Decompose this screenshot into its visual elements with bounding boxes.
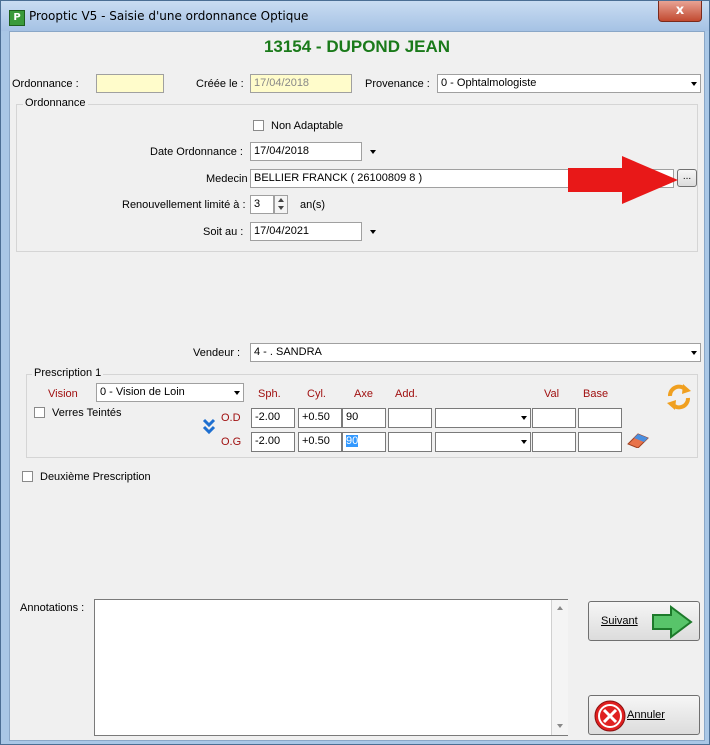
og-axe-selected-text: 90 — [346, 435, 359, 447]
og-axe-field[interactable]: 90 — [342, 432, 386, 452]
deuxieme-prescription-checkbox[interactable] — [22, 471, 33, 482]
scroll-down-icon[interactable] — [557, 724, 563, 728]
date-ordonnance-dropdown-icon[interactable] — [365, 142, 381, 161]
scroll-up-icon[interactable] — [557, 606, 563, 610]
od-axe-field[interactable]: 90 — [342, 408, 386, 428]
refresh-icon[interactable] — [664, 382, 694, 412]
od-val-field[interactable] — [532, 408, 576, 428]
og-cyl-field[interactable]: +0.50 — [298, 432, 342, 452]
col-base: Base — [583, 388, 609, 400]
soit-au-dropdown-icon[interactable] — [365, 222, 381, 241]
og-prism-select[interactable] — [435, 432, 531, 452]
suivant-label: Suivant — [601, 615, 638, 627]
provenance-label: Provenance : — [365, 78, 430, 90]
renouvellement-spinner[interactable] — [274, 195, 288, 214]
og-sph-field[interactable]: -2.00 — [251, 432, 295, 452]
medecin-label: Medecin : — [206, 173, 254, 185]
chevron-down-icon — [234, 391, 240, 395]
col-sph: Sph. — [258, 388, 281, 400]
vision-select[interactable]: 0 - Vision de Loin — [96, 383, 244, 402]
chevron-down-icon — [691, 351, 697, 355]
non-adaptable-label: Non Adaptable — [271, 120, 344, 132]
annotations-scrollbar[interactable] — [551, 600, 568, 735]
cancel-icon — [594, 700, 626, 732]
renouvellement-label: Renouvellement limité à : — [122, 199, 246, 211]
chevron-down-icon — [521, 440, 527, 444]
suivant-button[interactable]: Suivant — [588, 601, 700, 641]
annotations-textarea[interactable] — [94, 599, 568, 736]
renouvellement-field[interactable]: 3 — [250, 195, 274, 214]
provenance-select[interactable]: 0 - Ophtalmologiste — [437, 74, 701, 93]
creee-le-label: Créée le : — [196, 78, 244, 90]
eye-od-label: O.D — [221, 412, 241, 424]
non-adaptable-checkbox[interactable] — [253, 120, 264, 131]
og-val-field[interactable] — [532, 432, 576, 452]
renouvellement-unit: an(s) — [300, 199, 326, 211]
eye-og-label: O.G — [221, 436, 242, 448]
ordonnance-group-title: Ordonnance — [23, 97, 88, 109]
date-ordonnance-field[interactable]: 17/04/2018 — [250, 142, 362, 161]
vision-value: 0 - Vision de Loin — [100, 386, 185, 398]
date-ordonnance-label: Date Ordonnance : — [150, 146, 243, 158]
vendeur-select[interactable]: 4 - . SANDRA — [250, 343, 701, 362]
od-base-field[interactable] — [578, 408, 622, 428]
col-axe: Axe — [354, 388, 373, 400]
chevron-down-icon — [691, 82, 697, 86]
app-window: P Prooptic V5 - Saisie d'une ordonnance … — [0, 0, 710, 745]
deuxieme-prescription-label: Deuxième Prescription — [40, 471, 151, 483]
spin-down-icon[interactable] — [278, 206, 284, 210]
vendeur-label: Vendeur : — [193, 347, 241, 359]
col-cyl: Cyl. — [307, 388, 326, 400]
ordonnance-label: Ordonnance : — [12, 78, 79, 90]
eraser-icon[interactable] — [626, 432, 650, 448]
prescription-group-title: Prescription 1 — [32, 367, 104, 379]
col-add: Add. — [395, 388, 418, 400]
spin-up-icon[interactable] — [278, 198, 284, 202]
od-cyl-field[interactable]: +0.50 — [298, 408, 342, 428]
verres-teintes-label: Verres Teintés — [52, 407, 122, 419]
red-arrow-icon — [568, 156, 678, 204]
annotations-label: Annotations : — [20, 602, 85, 614]
verres-teintes-checkbox[interactable] — [34, 407, 45, 418]
patient-header: 13154 - DUPOND JEAN — [263, 37, 451, 56]
title-bar[interactable]: P Prooptic V5 - Saisie d'une ordonnance … — [1, 1, 709, 31]
medecin-browse-button[interactable]: ... — [677, 169, 697, 187]
provenance-value: 0 - Ophtalmologiste — [441, 77, 537, 89]
vendeur-value: 4 - . SANDRA — [254, 346, 322, 358]
vision-label: Vision — [48, 388, 78, 400]
chevron-down-icon — [521, 416, 527, 420]
form-client-area: 13154 - DUPOND JEAN Ordonnance : Créée l… — [9, 31, 705, 741]
od-add-field[interactable] — [388, 408, 432, 428]
col-val: Val — [544, 388, 560, 400]
og-base-field[interactable] — [578, 432, 622, 452]
od-prism-select[interactable] — [435, 408, 531, 428]
og-add-field[interactable] — [388, 432, 432, 452]
arrow-right-icon — [652, 605, 693, 639]
annuler-button[interactable]: Annuler — [588, 695, 700, 735]
od-sph-field[interactable]: -2.00 — [251, 408, 295, 428]
creee-le-field: 17/04/2018 — [250, 74, 352, 93]
window-title: Prooptic V5 - Saisie d'une ordonnance Op… — [29, 9, 309, 23]
annuler-label: Annuler — [627, 709, 665, 721]
double-chevron-down-icon[interactable] — [202, 418, 216, 436]
ordonnance-field[interactable] — [96, 74, 164, 93]
soit-au-field[interactable]: 17/04/2021 — [250, 222, 362, 241]
soit-au-label: Soit au : — [203, 226, 244, 238]
app-icon: P — [9, 10, 25, 26]
close-button[interactable]: x — [658, 1, 702, 22]
